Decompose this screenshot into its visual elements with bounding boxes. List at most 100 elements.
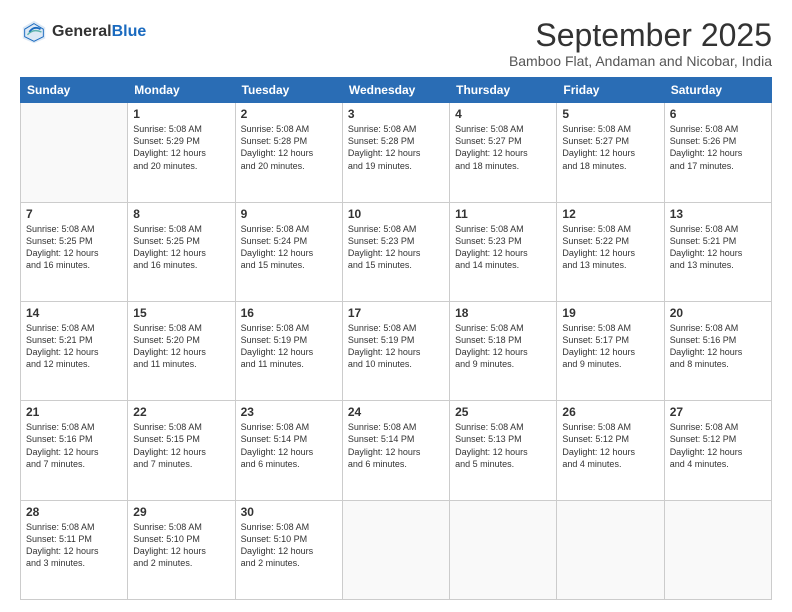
table-row: 7 Sunrise: 5:08 AM Sunset: 5:25 PM Daylig… xyxy=(21,202,128,301)
table-row: 2Sunrise: 5:08 AM Sunset: 5:28 PM Daylig… xyxy=(235,103,342,202)
day-number: 24 xyxy=(348,405,444,419)
page: General Blue September 2025 Bamboo Flat,… xyxy=(0,0,792,612)
day-number: 15 xyxy=(133,306,229,320)
day-info: Sunrise: 5:08 AM Sunset: 5:23 PM Dayligh… xyxy=(455,223,551,272)
col-saturday: Saturday xyxy=(664,78,771,103)
day-info: Sunrise: 5:08 AM Sunset: 5:17 PM Dayligh… xyxy=(562,322,658,371)
table-row xyxy=(21,103,128,202)
table-row: 9Sunrise: 5:08 AM Sunset: 5:24 PM Daylig… xyxy=(235,202,342,301)
day-info: Sunrise: 5:08 AM Sunset: 5:23 PM Dayligh… xyxy=(348,223,444,272)
table-row: 8 Sunrise: 5:08 AM Sunset: 5:25 PM Daylig… xyxy=(128,202,235,301)
table-row: 16 Sunrise: 5:08 AM Sunset: 5:19 PM Dayli… xyxy=(235,301,342,400)
day-number: 23 xyxy=(241,405,337,419)
calendar-week-row: 1Sunrise: 5:08 AM Sunset: 5:29 PM Daylig… xyxy=(21,103,772,202)
location-subtitle: Bamboo Flat, Andaman and Nicobar, India xyxy=(509,53,772,69)
day-number: 8 xyxy=(133,207,229,221)
day-info: Sunrise: 5:08 AM Sunset: 5:24 PM Dayligh… xyxy=(241,223,337,272)
day-number: 27 xyxy=(670,405,766,419)
table-row: 30 Sunrise: 5:08 AM Sunset: 5:10 PM Dayli… xyxy=(235,500,342,599)
day-info: Sunrise: 5:08 AM Sunset: 5:19 PM Dayligh… xyxy=(241,322,337,371)
day-info: Sunrise: 5:08 AM Sunset: 5:25 PM Dayligh… xyxy=(26,223,122,272)
col-tuesday: Tuesday xyxy=(235,78,342,103)
day-number: 7 xyxy=(26,207,122,221)
day-number: 6 xyxy=(670,107,766,121)
day-info: Sunrise: 5:08 AM Sunset: 5:12 PM Dayligh… xyxy=(670,421,766,470)
day-info: Sunrise: 5:08 AM Sunset: 5:16 PM Dayligh… xyxy=(670,322,766,371)
calendar-header-row: Sunday Monday Tuesday Wednesday Thursday… xyxy=(21,78,772,103)
day-number: 18 xyxy=(455,306,551,320)
day-info: Sunrise: 5:08 AM Sunset: 5:14 PM Dayligh… xyxy=(348,421,444,470)
table-row: 19 Sunrise: 5:08 AM Sunset: 5:17 PM Dayli… xyxy=(557,301,664,400)
table-row: 17 Sunrise: 5:08 AM Sunset: 5:19 PM Dayli… xyxy=(342,301,449,400)
day-info: Sunrise: 5:08 AM Sunset: 5:21 PM Dayligh… xyxy=(670,223,766,272)
col-sunday: Sunday xyxy=(21,78,128,103)
day-info: Sunrise: 5:08 AM Sunset: 5:22 PM Dayligh… xyxy=(562,223,658,272)
table-row: 25Sunrise: 5:08 AM Sunset: 5:13 PM Dayli… xyxy=(450,401,557,500)
title-block: September 2025 Bamboo Flat, Andaman and … xyxy=(509,18,772,69)
table-row: 20Sunrise: 5:08 AM Sunset: 5:16 PM Dayli… xyxy=(664,301,771,400)
logo-text: General Blue xyxy=(52,23,146,41)
table-row: 3 Sunrise: 5:08 AM Sunset: 5:28 PM Daylig… xyxy=(342,103,449,202)
table-row: 27 Sunrise: 5:08 AM Sunset: 5:12 PM Dayli… xyxy=(664,401,771,500)
day-info: Sunrise: 5:08 AM Sunset: 5:27 PM Dayligh… xyxy=(562,123,658,172)
table-row: 1Sunrise: 5:08 AM Sunset: 5:29 PM Daylig… xyxy=(128,103,235,202)
col-friday: Friday xyxy=(557,78,664,103)
col-monday: Monday xyxy=(128,78,235,103)
day-info: Sunrise: 5:08 AM Sunset: 5:11 PM Dayligh… xyxy=(26,521,122,570)
table-row: 26 Sunrise: 5:08 AM Sunset: 5:12 PM Dayli… xyxy=(557,401,664,500)
day-info: Sunrise: 5:08 AM Sunset: 5:18 PM Dayligh… xyxy=(455,322,551,371)
table-row xyxy=(664,500,771,599)
day-info: Sunrise: 5:08 AM Sunset: 5:10 PM Dayligh… xyxy=(241,521,337,570)
table-row: 23 Sunrise: 5:08 AM Sunset: 5:14 PM Dayli… xyxy=(235,401,342,500)
table-row: 15 Sunrise: 5:08 AM Sunset: 5:20 PM Dayli… xyxy=(128,301,235,400)
col-thursday: Thursday xyxy=(450,78,557,103)
calendar-week-row: 28 Sunrise: 5:08 AM Sunset: 5:11 PM Dayli… xyxy=(21,500,772,599)
day-number: 19 xyxy=(562,306,658,320)
day-number: 1 xyxy=(133,107,229,121)
day-number: 2 xyxy=(241,107,337,121)
table-row: 24 Sunrise: 5:08 AM Sunset: 5:14 PM Dayli… xyxy=(342,401,449,500)
day-info: Sunrise: 5:08 AM Sunset: 5:26 PM Dayligh… xyxy=(670,123,766,172)
day-number: 26 xyxy=(562,405,658,419)
calendar-week-row: 7 Sunrise: 5:08 AM Sunset: 5:25 PM Daylig… xyxy=(21,202,772,301)
day-number: 22 xyxy=(133,405,229,419)
day-info: Sunrise: 5:08 AM Sunset: 5:12 PM Dayligh… xyxy=(562,421,658,470)
table-row xyxy=(450,500,557,599)
day-info: Sunrise: 5:08 AM Sunset: 5:28 PM Dayligh… xyxy=(348,123,444,172)
table-row xyxy=(557,500,664,599)
table-row: 11 Sunrise: 5:08 AM Sunset: 5:23 PM Dayli… xyxy=(450,202,557,301)
day-number: 30 xyxy=(241,505,337,519)
day-info: Sunrise: 5:08 AM Sunset: 5:25 PM Dayligh… xyxy=(133,223,229,272)
day-info: Sunrise: 5:08 AM Sunset: 5:10 PM Dayligh… xyxy=(133,521,229,570)
table-row: 28 Sunrise: 5:08 AM Sunset: 5:11 PM Dayli… xyxy=(21,500,128,599)
table-row: 13Sunrise: 5:08 AM Sunset: 5:21 PM Dayli… xyxy=(664,202,771,301)
day-info: Sunrise: 5:08 AM Sunset: 5:13 PM Dayligh… xyxy=(455,421,551,470)
day-number: 29 xyxy=(133,505,229,519)
logo: General Blue xyxy=(20,18,146,46)
day-info: Sunrise: 5:08 AM Sunset: 5:15 PM Dayligh… xyxy=(133,421,229,470)
logo-icon xyxy=(20,18,48,46)
table-row: 21Sunrise: 5:08 AM Sunset: 5:16 PM Dayli… xyxy=(21,401,128,500)
day-number: 17 xyxy=(348,306,444,320)
table-row: 4Sunrise: 5:08 AM Sunset: 5:27 PM Daylig… xyxy=(450,103,557,202)
calendar-week-row: 21Sunrise: 5:08 AM Sunset: 5:16 PM Dayli… xyxy=(21,401,772,500)
day-number: 11 xyxy=(455,207,551,221)
table-row: 18 Sunrise: 5:08 AM Sunset: 5:18 PM Dayli… xyxy=(450,301,557,400)
day-number: 4 xyxy=(455,107,551,121)
table-row: 12Sunrise: 5:08 AM Sunset: 5:22 PM Dayli… xyxy=(557,202,664,301)
day-info: Sunrise: 5:08 AM Sunset: 5:19 PM Dayligh… xyxy=(348,322,444,371)
day-number: 10 xyxy=(348,207,444,221)
day-info: Sunrise: 5:08 AM Sunset: 5:20 PM Dayligh… xyxy=(133,322,229,371)
calendar-table: Sunday Monday Tuesday Wednesday Thursday… xyxy=(20,77,772,600)
day-number: 16 xyxy=(241,306,337,320)
col-wednesday: Wednesday xyxy=(342,78,449,103)
day-info: Sunrise: 5:08 AM Sunset: 5:16 PM Dayligh… xyxy=(26,421,122,470)
header: General Blue September 2025 Bamboo Flat,… xyxy=(20,18,772,69)
table-row: 22 Sunrise: 5:08 AM Sunset: 5:15 PM Dayli… xyxy=(128,401,235,500)
table-row: 10 Sunrise: 5:08 AM Sunset: 5:23 PM Dayli… xyxy=(342,202,449,301)
day-number: 14 xyxy=(26,306,122,320)
table-row: 5Sunrise: 5:08 AM Sunset: 5:27 PM Daylig… xyxy=(557,103,664,202)
day-number: 28 xyxy=(26,505,122,519)
day-number: 3 xyxy=(348,107,444,121)
day-info: Sunrise: 5:08 AM Sunset: 5:14 PM Dayligh… xyxy=(241,421,337,470)
